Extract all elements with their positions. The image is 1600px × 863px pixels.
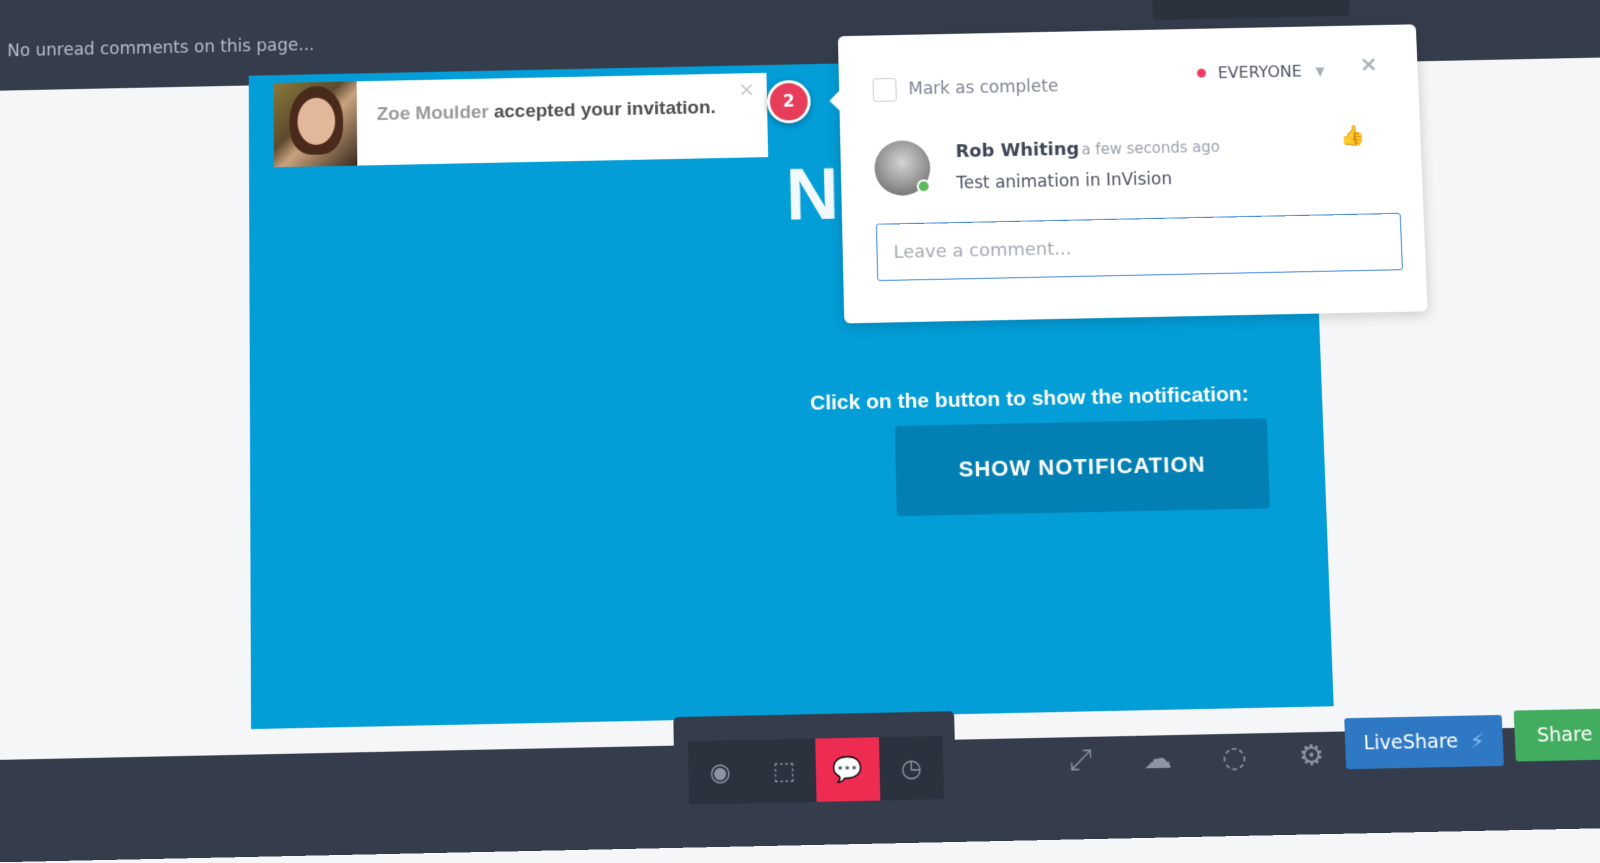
comment-input[interactable] <box>875 212 1403 282</box>
top-bar-tab[interactable] <box>1151 0 1351 20</box>
settings-gear-icon[interactable]: ⚙ <box>1288 732 1334 778</box>
user-avatar-photo <box>273 81 358 168</box>
mark-complete[interactable]: Mark as complete <box>872 75 1059 102</box>
mark-complete-label: Mark as complete <box>908 76 1059 100</box>
lightning-bolt-icon: ⚡ <box>1469 728 1485 754</box>
select-cursor-icon: ⬚ <box>772 756 796 786</box>
comment-status-message: No unread comments on this page... <box>7 35 315 62</box>
close-icon[interactable]: × <box>1359 52 1378 77</box>
audience-dropdown[interactable]: EVERYONE ▼ <box>1196 61 1325 83</box>
speech-bubble-icon: 💬 <box>832 754 864 785</box>
comment-mode-button[interactable]: 💬 <box>815 737 881 802</box>
clock-icon: ◷ <box>900 753 923 783</box>
loading-circle-icon[interactable]: ◌ <box>1211 733 1257 779</box>
toast-message: accepted your invitation. <box>493 97 716 123</box>
history-mode-button[interactable]: ◷ <box>879 736 944 801</box>
audience-label: EVERYONE <box>1217 61 1303 83</box>
liveshare-label: LiveShare <box>1363 730 1459 755</box>
toast-user-name: Zoe Moulder <box>376 102 489 125</box>
comment-text: Test animation in InVision <box>956 169 1173 194</box>
comment-author: Rob Whiting <box>955 138 1080 163</box>
toast-text: Zoe Moulder accepted your invitation. <box>357 74 717 166</box>
liveshare-button[interactable]: LiveShare ⚡ <box>1344 714 1504 770</box>
thumbs-up-icon[interactable]: 👍 <box>1340 123 1366 147</box>
comment-panel: Mark as complete EVERYONE ▼ × Rob Whitin… <box>837 24 1428 324</box>
mode-switcher: ◉ ⬚ 💬 ◷ <box>687 735 945 805</box>
toast-close-icon[interactable]: × <box>738 77 755 101</box>
mark-complete-checkbox[interactable] <box>872 77 897 102</box>
present-icon[interactable]: ⤢ <box>1058 737 1104 783</box>
comment-timestamp: a few seconds ago <box>1081 137 1221 159</box>
build-mode-button[interactable]: ⬚ <box>752 739 817 804</box>
cloud-sync-icon[interactable]: ☁ <box>1135 735 1181 781</box>
online-status-indicator <box>916 179 931 194</box>
chevron-down-icon: ▼ <box>1315 63 1325 78</box>
avatar <box>873 139 931 197</box>
preview-mode-button[interactable]: ◉ <box>688 740 753 805</box>
canvas-prompt: Click on the button to show the notifica… <box>809 382 1249 415</box>
notification-toast: Zoe Moulder accepted your invitation. × <box>273 72 769 168</box>
share-button[interactable]: Share <box>1513 707 1600 762</box>
toolbar-tools: ⤢ ☁ ◌ ⚙ <box>1058 732 1334 783</box>
audience-status-dot <box>1196 68 1207 78</box>
eye-icon: ◉ <box>709 757 732 787</box>
app-stage: No unread comments on this page... No Cl… <box>0 0 1600 863</box>
show-notification-button[interactable]: SHOW NOTIFICATION <box>894 418 1271 517</box>
